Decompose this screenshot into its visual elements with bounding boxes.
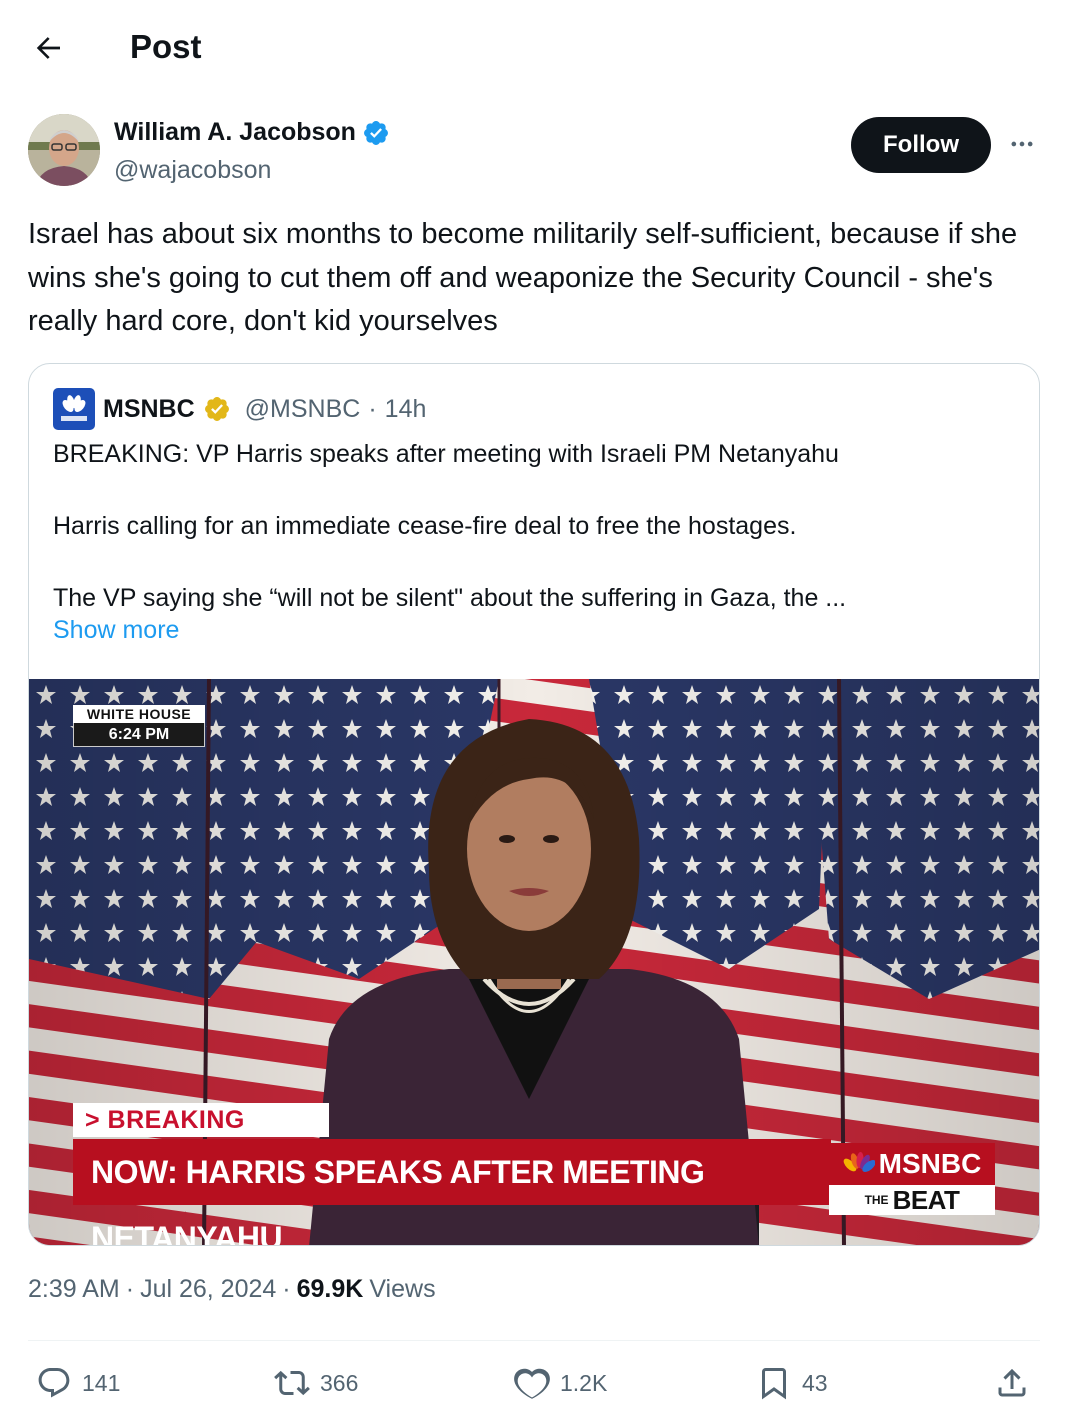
- breaking-news-label: > BREAKING NEWS: [73, 1103, 329, 1168]
- page-title: Post: [130, 28, 202, 65]
- post-meta: 2:39 AM · Jul 26, 2024 · 69.9K Views: [28, 1275, 436, 1304]
- post-time[interactable]: 2:39 AM: [28, 1275, 120, 1304]
- quoted-post-header: MSNBC @MSNBC · 14h: [53, 388, 426, 430]
- network-brand: MSNBC THE BEAT: [829, 1143, 995, 1221]
- time-tag-text: 6:24 PM: [73, 723, 205, 747]
- reply-count: 141: [82, 1369, 121, 1396]
- views-label: Views: [369, 1275, 436, 1303]
- network-brand-text: MSNBC: [878, 1148, 982, 1179]
- location-tag: WHITE HOUSE 6:24 PM: [73, 705, 205, 747]
- heart-icon: [514, 1368, 550, 1399]
- follow-button[interactable]: Follow: [851, 117, 991, 173]
- avatar[interactable]: [28, 114, 100, 186]
- msnbc-logo-icon: [53, 388, 95, 430]
- post-date[interactable]: Jul 26, 2024: [140, 1275, 276, 1304]
- like-count: 1.2K: [560, 1369, 608, 1396]
- more-options-button[interactable]: [1004, 126, 1040, 162]
- quoted-post-text: BREAKING: VP Harris speaks after meeting…: [53, 440, 847, 612]
- verified-badge-icon: [364, 120, 388, 145]
- show-prefix: THE: [864, 1193, 889, 1207]
- more-dots-icon: [1011, 141, 1033, 147]
- bookmark-button[interactable]: 43: [756, 1358, 828, 1408]
- quoted-post[interactable]: MSNBC @MSNBC · 14h BREAKING: VP Harris s…: [28, 363, 1040, 1246]
- repost-icon: [274, 1370, 310, 1396]
- back-button[interactable]: [28, 28, 68, 68]
- author-handle[interactable]: @wajacobson: [114, 156, 271, 185]
- show-more-link[interactable]: Show more: [53, 616, 179, 645]
- page-header: Post: [0, 0, 1068, 96]
- quoted-timestamp[interactable]: 14h: [385, 395, 427, 424]
- meta-separator: ·: [125, 1275, 135, 1303]
- headline-banner: NOW: HARRIS SPEAKS AFTER MEETING NETANYA…: [73, 1139, 831, 1245]
- views-count: 69.9K: [296, 1275, 364, 1303]
- bookmark-icon: [762, 1368, 786, 1400]
- quoted-separator: ·: [368, 394, 377, 423]
- repost-count: 366: [320, 1369, 359, 1396]
- show-name: BEAT: [892, 1184, 960, 1215]
- post-text: Israel has about six months to become mi…: [28, 218, 1018, 337]
- reply-icon: [38, 1368, 70, 1398]
- share-button[interactable]: [994, 1358, 1030, 1408]
- arrow-left-icon: [36, 37, 60, 59]
- location-tag-text: WHITE HOUSE: [73, 705, 205, 723]
- bookmark-count: 43: [802, 1369, 828, 1396]
- quoted-author-name[interactable]: MSNBC: [103, 395, 195, 424]
- reply-button[interactable]: 141: [36, 1358, 120, 1408]
- like-button[interactable]: 1.2K: [514, 1358, 607, 1408]
- peacock-icon: [843, 1152, 875, 1172]
- quoted-author-handle: @MSNBC: [244, 394, 361, 423]
- divider: [28, 1340, 1040, 1341]
- share-icon: [998, 1368, 1026, 1397]
- author-name[interactable]: William A. Jacobson: [114, 118, 356, 147]
- action-bar: 141 366 1.2K 43: [28, 1358, 1040, 1408]
- video-thumbnail[interactable]: WHITE HOUSE 6:24 PM > BREAKING NEWS NOW:…: [29, 679, 1039, 1245]
- meta-separator: ·: [282, 1275, 291, 1303]
- repost-button[interactable]: 366: [274, 1358, 358, 1408]
- verified-gold-badge-icon: [204, 397, 229, 421]
- post-author: William A. Jacobson @wajacobson Follow: [28, 112, 1040, 192]
